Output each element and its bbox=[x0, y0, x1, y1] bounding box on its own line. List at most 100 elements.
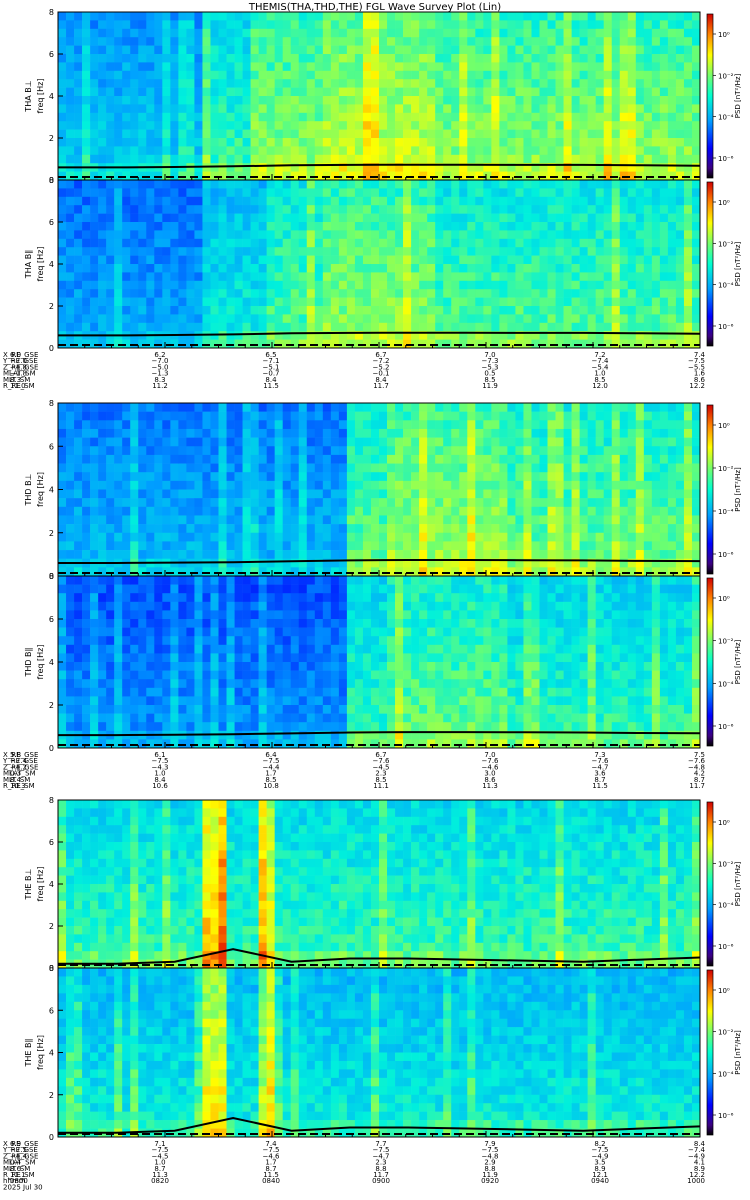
heatmap-cell bbox=[122, 70, 131, 80]
heatmap-cell bbox=[595, 454, 605, 464]
heatmap-cell bbox=[170, 230, 179, 240]
heatmap-cell bbox=[515, 489, 524, 499]
heatmap-cell bbox=[547, 12, 556, 21]
heatmap-cell bbox=[659, 62, 669, 72]
heatmap-cell bbox=[587, 532, 596, 542]
heatmap-cell bbox=[162, 146, 171, 156]
heatmap-cell bbox=[210, 515, 219, 525]
heatmap-cell bbox=[587, 420, 596, 430]
heatmap-cell bbox=[595, 420, 605, 430]
colorbar-label: PSD [nT²/Hz] bbox=[734, 73, 742, 118]
heatmap-cell bbox=[74, 322, 83, 332]
heatmap-cell bbox=[627, 314, 637, 324]
heatmap-cell bbox=[683, 446, 693, 456]
heatmap-cell bbox=[547, 196, 556, 206]
heatmap-cell bbox=[627, 541, 637, 551]
heatmap-cell bbox=[306, 550, 316, 559]
heatmap-cell bbox=[555, 79, 564, 88]
heatmap-cell bbox=[379, 79, 388, 88]
heatmap-cell bbox=[619, 411, 629, 421]
heatmap-cell bbox=[459, 264, 468, 273]
heatmap-cell bbox=[330, 550, 340, 559]
heatmap-cell bbox=[178, 45, 187, 55]
heatmap-cell bbox=[98, 314, 107, 324]
heatmap-cell bbox=[330, 289, 340, 298]
heatmap-cell bbox=[563, 437, 572, 447]
heatmap-cell bbox=[234, 272, 243, 282]
heatmap-cell bbox=[563, 463, 572, 473]
heatmap-cell bbox=[427, 54, 436, 63]
heatmap-cell bbox=[395, 264, 404, 273]
heatmap-cell bbox=[330, 28, 340, 38]
heatmap-cell bbox=[483, 314, 492, 324]
heatmap-cell bbox=[370, 541, 380, 551]
heatmap-cell bbox=[411, 205, 420, 214]
heatmap-cell bbox=[595, 489, 605, 499]
heatmap-cell bbox=[483, 264, 492, 273]
ephemeris-value: 11.2 bbox=[152, 382, 168, 390]
heatmap-cell bbox=[643, 112, 653, 122]
heatmap-cell bbox=[539, 306, 548, 315]
heatmap-cell bbox=[362, 472, 372, 482]
heatmap-cell bbox=[459, 12, 468, 21]
heatmap-cell bbox=[106, 62, 115, 72]
heatmap-cell bbox=[202, 272, 211, 282]
heatmap-cell bbox=[234, 112, 243, 122]
heatmap-cell bbox=[234, 62, 243, 72]
heatmap-cell bbox=[258, 79, 267, 88]
heatmap-cell bbox=[330, 112, 340, 122]
heatmap-cell bbox=[154, 70, 163, 80]
heatmap-cell bbox=[154, 403, 163, 412]
heatmap-cell bbox=[475, 121, 484, 130]
heatmap-cell bbox=[306, 255, 316, 265]
heatmap-cell bbox=[338, 129, 348, 139]
heatmap-cell bbox=[475, 12, 484, 21]
heatmap-cell bbox=[579, 515, 588, 525]
heatmap-cell bbox=[130, 428, 139, 438]
heatmap-cell bbox=[443, 472, 452, 482]
heatmap-cell bbox=[74, 289, 83, 298]
heatmap-cell bbox=[82, 506, 91, 516]
heatmap-cell bbox=[427, 472, 436, 482]
heatmap-cell bbox=[523, 129, 532, 139]
heatmap-cell bbox=[194, 112, 203, 122]
heatmap-cell bbox=[379, 524, 388, 534]
heatmap-cell bbox=[266, 532, 275, 542]
heatmap-cell bbox=[595, 20, 605, 30]
heatmap-cell bbox=[387, 289, 396, 298]
heatmap-cell bbox=[555, 472, 564, 482]
heatmap-cell bbox=[419, 205, 428, 214]
heatmap-cell bbox=[691, 79, 701, 88]
heatmap-cell bbox=[202, 171, 211, 181]
heatmap-cell bbox=[146, 289, 155, 298]
heatmap-cell bbox=[306, 428, 316, 438]
heatmap-cell bbox=[338, 264, 348, 273]
heatmap-cell bbox=[314, 489, 324, 499]
heatmap-cell bbox=[178, 20, 187, 30]
heatmap-cell bbox=[635, 112, 645, 122]
heatmap-cell bbox=[603, 403, 613, 412]
heatmap-cell bbox=[282, 70, 292, 80]
heatmap-cell bbox=[226, 96, 235, 105]
heatmap-cell bbox=[571, 463, 580, 473]
heatmap-cell bbox=[659, 515, 669, 525]
heatmap-cell bbox=[523, 437, 532, 447]
heatmap-cell bbox=[122, 272, 131, 282]
heatmap-cell bbox=[571, 428, 580, 438]
heatmap-cell bbox=[395, 28, 404, 38]
heatmap-cell bbox=[627, 37, 637, 46]
heatmap-cell bbox=[531, 20, 540, 30]
heatmap-cell bbox=[74, 222, 83, 231]
heatmap-cell bbox=[595, 196, 605, 206]
heatmap-cell bbox=[362, 104, 372, 114]
heatmap-cell bbox=[274, 45, 284, 55]
heatmap-cell bbox=[298, 550, 308, 559]
heatmap-cell bbox=[258, 213, 267, 223]
heatmap-cell bbox=[451, 454, 460, 464]
heatmap-cell bbox=[66, 437, 75, 447]
heatmap-cell bbox=[403, 515, 412, 525]
heatmap-cell bbox=[515, 54, 524, 63]
heatmap-cell bbox=[427, 403, 436, 412]
heatmap-cell bbox=[194, 180, 203, 189]
heatmap-cell bbox=[427, 428, 436, 438]
